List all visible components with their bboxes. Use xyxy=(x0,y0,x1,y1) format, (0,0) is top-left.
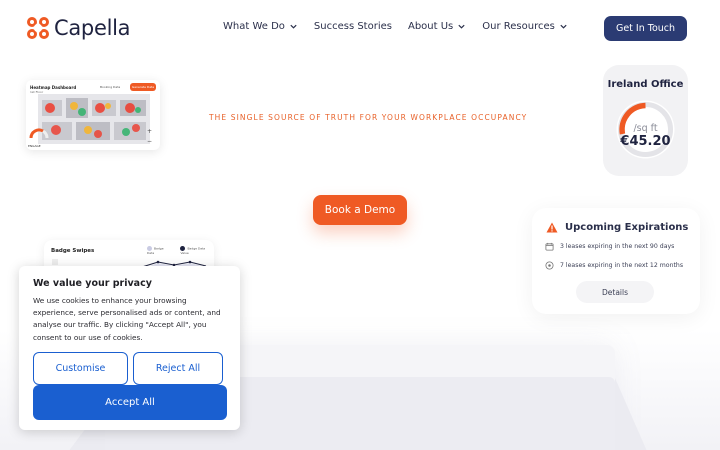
badge-swipes-title: Badge Swipes xyxy=(51,248,95,254)
cookie-consent-banner: We value your privacy We use cookies to … xyxy=(19,266,240,430)
heatmap-dashboard-card: Heatmap Dashboard 1st Floor Booking Data… xyxy=(26,80,160,150)
reject-all-button[interactable]: Reject All xyxy=(133,352,223,385)
nav-item-our-resources[interactable]: Our Resources xyxy=(482,21,568,32)
mockup-right-edge xyxy=(615,378,650,450)
nav-label: Our Resources xyxy=(482,21,555,32)
zoom-controls: + − xyxy=(147,127,152,147)
engagement-gauge-icon xyxy=(29,128,49,139)
capella-logo[interactable]: Capella xyxy=(26,16,131,40)
expirations-title: Upcoming Expirations xyxy=(565,222,689,233)
nav-item-what-we-do[interactable]: What We Do xyxy=(223,21,298,32)
zoom-in-icon: + xyxy=(147,128,153,135)
calendar-icon xyxy=(545,242,554,251)
legend-item: Badge Data xyxy=(147,246,164,255)
expiration-text: 7 leases expiring in the next 12 months xyxy=(560,262,684,269)
ireland-office-card: Ireland Office /sq ft €45.20 xyxy=(603,65,688,176)
price-value: €45.20 xyxy=(620,134,671,149)
details-button[interactable]: Details xyxy=(576,281,654,303)
generate-data-button: Generate Data xyxy=(130,83,156,91)
nav-label: Success Stories xyxy=(313,21,392,32)
nav-label: About Us xyxy=(407,21,454,32)
hero-tagline: THE SINGLE SOURCE OF TRUTH FOR YOUR WORK… xyxy=(209,113,528,122)
ireland-office-title: Ireland Office xyxy=(607,79,684,90)
expiration-text: 3 leases expiring in the next 90 days xyxy=(560,243,675,250)
accept-all-button[interactable]: Accept All xyxy=(33,385,227,420)
brand-name: Capella xyxy=(54,16,131,40)
upcoming-expirations-card: Upcoming Expirations 3 leases expiring i… xyxy=(532,208,700,314)
expiration-row: 3 leases expiring in the next 90 days xyxy=(545,242,674,251)
expiration-row: 7 leases expiring in the next 12 months xyxy=(545,261,683,270)
floor-plan-heatmap xyxy=(38,94,150,144)
chevron-down-icon xyxy=(560,24,567,29)
chevron-down-icon xyxy=(458,24,465,29)
book-demo-button[interactable]: Book a Demo xyxy=(313,195,407,225)
nav-item-about-us[interactable]: About Us xyxy=(408,21,466,32)
chevron-down-icon xyxy=(290,24,297,29)
capella-logo-icon xyxy=(27,17,49,39)
warning-icon xyxy=(546,222,558,233)
cookie-description: We use cookies to enhance your browsing … xyxy=(33,296,221,342)
customise-button[interactable]: Customise xyxy=(33,352,128,385)
legend-item: Badge Data Value xyxy=(180,246,206,255)
zoom-out-icon: − xyxy=(147,138,153,145)
location-pin-icon xyxy=(545,261,554,270)
cookie-title: We value your privacy xyxy=(33,278,152,289)
price-unit: /sq ft xyxy=(633,123,658,134)
badge-chart-legend: Badge Data Badge Data Value xyxy=(147,246,214,255)
nav-label: What We Do xyxy=(223,21,285,32)
nav-item-success-stories[interactable]: Success Stories xyxy=(314,21,392,32)
get-in-touch-button[interactable]: Get In Touch xyxy=(604,16,687,41)
main-nav: What We Do Success Stories About Us Our … xyxy=(223,21,568,32)
booking-data-tab: Booking Data xyxy=(100,85,121,89)
gauge-label: ENGAGE xyxy=(28,144,41,148)
